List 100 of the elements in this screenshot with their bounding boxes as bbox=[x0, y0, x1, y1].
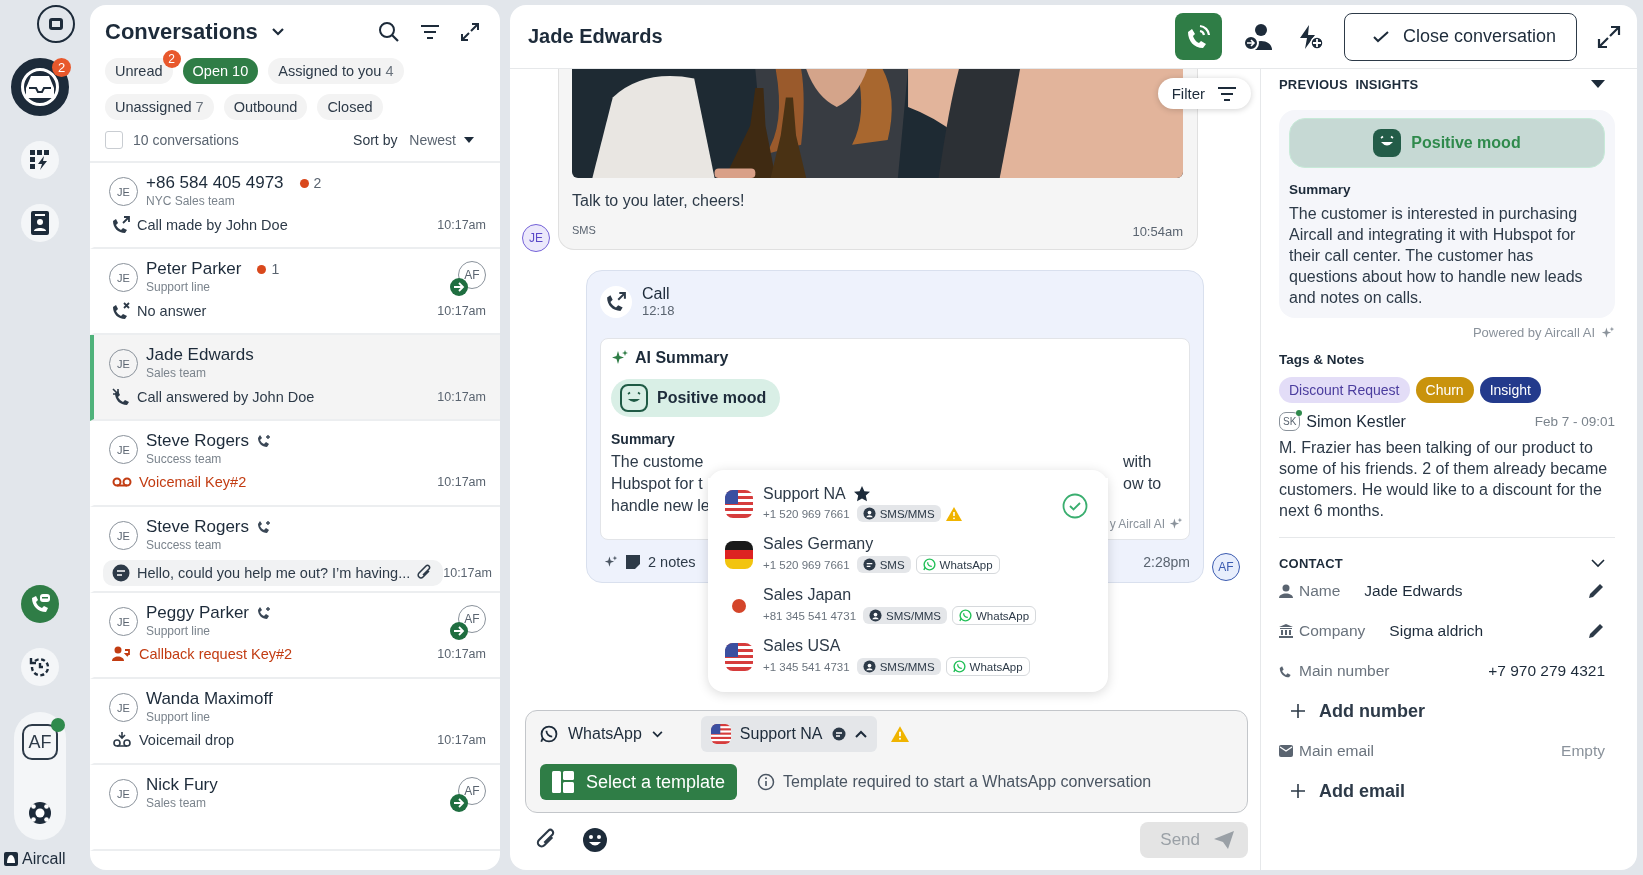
activity-time: 10:17am bbox=[443, 566, 492, 580]
whatsapp-icon bbox=[540, 725, 558, 743]
dialpad-button[interactable] bbox=[21, 141, 59, 179]
filter-chip[interactable]: Unassigned 7 bbox=[105, 94, 214, 120]
field-label: Company bbox=[1299, 622, 1366, 640]
contact-name: +86 584 405 4973 bbox=[146, 173, 284, 193]
line-option[interactable]: Support NA +1 520 969 7661 SMS/MMS bbox=[708, 478, 1108, 529]
select-template-button[interactable]: Select a template bbox=[540, 764, 738, 800]
note-icon bbox=[626, 555, 640, 569]
chevron-down-icon[interactable] bbox=[1591, 559, 1605, 568]
pencil-icon[interactable] bbox=[1587, 582, 1605, 600]
powered-by-text: y Aircall AI bbox=[1109, 517, 1165, 531]
conversations-dropdown[interactable]: Conversations bbox=[105, 19, 284, 45]
callback-person-icon bbox=[112, 646, 132, 662]
line-number: +1 520 969 7661 bbox=[763, 558, 850, 571]
conversation-item[interactable]: JE +86 584 405 4973 2 NYC Sales team Call made by John Doe 10:17am bbox=[90, 163, 500, 249]
filter-chip[interactable]: Closed bbox=[317, 94, 383, 120]
line-name: Sales Germany bbox=[763, 535, 874, 553]
line-dropdown[interactable]: Support NA bbox=[700, 716, 877, 752]
inbox-button[interactable]: 2 bbox=[11, 58, 69, 116]
voicemail-icon bbox=[112, 476, 132, 488]
contacts-button[interactable] bbox=[21, 204, 59, 242]
channel-dropdown[interactable]: WhatsApp bbox=[540, 717, 663, 751]
filter-chip[interactable]: Open 10 bbox=[182, 58, 259, 84]
history-button[interactable] bbox=[21, 648, 59, 686]
expand-icon[interactable] bbox=[1597, 24, 1621, 49]
window-button[interactable] bbox=[37, 5, 75, 43]
brand-name: Aircall bbox=[22, 850, 66, 868]
smiley-icon bbox=[619, 383, 649, 413]
activity-time: 10:17am bbox=[437, 390, 486, 404]
close-conversation-button[interactable]: Close conversation bbox=[1343, 12, 1577, 61]
summary-text: with bbox=[1123, 452, 1153, 472]
flag-icon bbox=[710, 724, 731, 744]
field-value: Sigma aldrich bbox=[1389, 622, 1484, 640]
tag: Churn bbox=[1415, 377, 1474, 403]
conversation-item[interactable]: JE Steve Rogers Success team Voicemail Key#2 10:17am bbox=[90, 421, 500, 507]
summary-text: The customer is interested in purchasing Aircall and integrating it with Hubspot for their call center. The customer has questions about how to handle new leads and notes on calls. bbox=[1289, 204, 1584, 308]
chat-bubble-icon bbox=[112, 564, 130, 582]
phone-icon bbox=[1279, 664, 1293, 678]
sort-dropdown[interactable]: Sort by Newest bbox=[353, 132, 486, 148]
team-name: Support line bbox=[146, 280, 212, 294]
call-title: Call bbox=[642, 285, 671, 303]
whatsapp-icon bbox=[922, 558, 936, 571]
contact-name: Steve Rogers bbox=[146, 431, 249, 451]
whatsapp-icon bbox=[952, 660, 966, 673]
person-icon bbox=[1279, 584, 1293, 598]
contact-card-icon bbox=[31, 211, 49, 235]
search-icon[interactable] bbox=[378, 21, 400, 43]
info-icon bbox=[757, 773, 776, 791]
filter-chip[interactable]: Outbound bbox=[223, 94, 308, 120]
help-button[interactable] bbox=[27, 800, 53, 826]
phone-button[interactable] bbox=[21, 585, 59, 623]
notes-count: 2 notes bbox=[648, 554, 696, 570]
message-time: 10:54am bbox=[1132, 224, 1183, 239]
field-value: +7 970 279 4321 bbox=[1488, 662, 1605, 680]
pencil-icon[interactable] bbox=[1587, 622, 1605, 640]
line-option[interactable]: Sales Japan +81 345 541 4731 SMS/MMS WhatsApp bbox=[708, 580, 1108, 631]
activity-time: 10:17am bbox=[437, 475, 486, 489]
mail-icon bbox=[1279, 745, 1293, 757]
conversation-item[interactable]: JE Steve Rogers Success team Hello, could you help me out? I’m having... 10:17am bbox=[90, 507, 500, 593]
caret-icon[interactable] bbox=[1591, 80, 1605, 89]
line-option[interactable]: Sales USA +1 345 541 4731 SMS/MMS WhatsApp bbox=[708, 631, 1108, 682]
whatsapp-icon bbox=[959, 609, 972, 622]
filter-icon[interactable] bbox=[420, 24, 440, 40]
channel-tag: SMS/MMS bbox=[863, 607, 947, 624]
message-text: Talk to you later, cheers! bbox=[572, 192, 746, 210]
smiley-icon bbox=[1373, 129, 1402, 157]
team-name: Sales team bbox=[146, 366, 208, 380]
summary-label: Summary bbox=[1289, 182, 1352, 197]
tags-title: Tags & Notes bbox=[1279, 352, 1366, 367]
person-bubble-icon bbox=[869, 609, 883, 622]
expand-icon[interactable] bbox=[460, 22, 480, 42]
line-option[interactable]: Sales Germany +1 520 969 7661 SMS WhatsApp bbox=[708, 529, 1108, 580]
channel-tag: SMS/MMS bbox=[856, 505, 941, 522]
unread-badge: 2 bbox=[52, 58, 71, 77]
conversation-item[interactable]: JE Peggy Parker Support line AF Callback request Key#2 10:17am bbox=[90, 593, 500, 679]
activity-time: 10:17am bbox=[437, 647, 486, 661]
add-button[interactable]: Add email bbox=[1279, 780, 1406, 802]
summary-text: Hubspot for t bbox=[611, 474, 704, 494]
conversation-item[interactable]: JE Wanda Maximoff Support line Voicemail drop 10:17am bbox=[90, 679, 500, 765]
select-all-checkbox[interactable] bbox=[105, 131, 123, 149]
incoming-call-icon bbox=[112, 388, 130, 406]
filter-chip[interactable]: Assigned to you 4 bbox=[268, 58, 404, 84]
unread-count: 1 bbox=[257, 261, 280, 277]
activity-text: Voicemail drop bbox=[139, 732, 235, 748]
line-number: +81 345 541 4731 bbox=[763, 609, 857, 622]
team-name: Success team bbox=[146, 538, 223, 552]
filter-button[interactable]: Filter bbox=[1157, 78, 1251, 109]
add-button[interactable]: Add number bbox=[1279, 700, 1425, 722]
conversation-item[interactable]: JE Nick Fury Sales team AF bbox=[90, 765, 500, 851]
conversation-item[interactable]: JE Jade Edwards Sales team Call answered by John Doe 10:17am bbox=[90, 335, 500, 421]
call-button[interactable] bbox=[1174, 13, 1222, 60]
team-name: Support line bbox=[146, 624, 212, 638]
emoji-icon[interactable] bbox=[582, 827, 608, 853]
logo-icon bbox=[4, 852, 18, 866]
team-name: NYC Sales team bbox=[146, 194, 236, 208]
field-label: Main number bbox=[1299, 662, 1390, 680]
activity-text: Voicemail Key#2 bbox=[139, 474, 247, 490]
outgoing-call-icon bbox=[600, 285, 632, 318]
phone-icon bbox=[1185, 23, 1212, 50]
